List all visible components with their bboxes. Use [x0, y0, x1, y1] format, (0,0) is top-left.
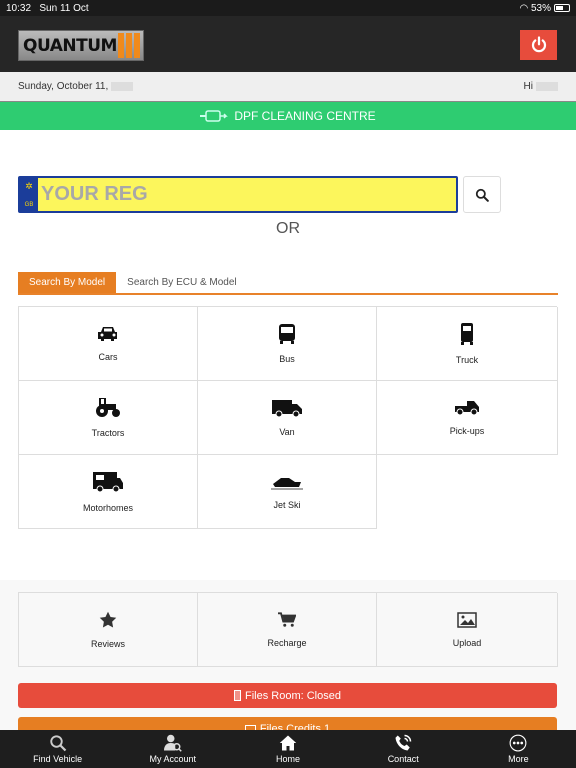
redacted-username: [536, 81, 558, 91]
greeting: Hi: [523, 81, 533, 92]
category-motorhomes[interactable]: Motorhomes: [19, 455, 198, 529]
home-icon: [279, 735, 297, 751]
image-icon: [457, 611, 477, 628]
upload-button[interactable]: Upload: [377, 593, 558, 667]
action-label: Upload: [452, 637, 482, 648]
van-icon: [272, 399, 302, 417]
nav-find-vehicle[interactable]: Find Vehicle: [0, 730, 115, 768]
pickup-icon: [455, 400, 479, 415]
category-jet-ski[interactable]: Jet Ski: [198, 455, 377, 529]
more-icon: [509, 734, 527, 752]
app-header: QUANTUM: [0, 16, 576, 72]
nav-home[interactable]: Home: [230, 730, 345, 768]
tractor-icon: [96, 397, 120, 417]
nav-contact[interactable]: Contact: [346, 730, 461, 768]
files-room-button[interactable]: Files Room: Closed: [18, 683, 557, 708]
nav-label: Home: [276, 754, 301, 764]
banner-title: DPF CLEANING CENTRE: [234, 109, 376, 123]
power-icon: [531, 36, 546, 53]
tab-search-by-model[interactable]: Search By Model: [18, 272, 117, 293]
car-icon: [98, 326, 117, 341]
phone-icon: [395, 734, 412, 751]
or-divider: OR: [276, 220, 300, 237]
action-label: Recharge: [267, 637, 307, 648]
truck-icon: [461, 322, 473, 345]
category-label: Bus: [279, 353, 295, 364]
star-icon: [99, 611, 117, 627]
category-label: Pick-ups: [449, 425, 485, 436]
reg-input[interactable]: [38, 178, 456, 211]
status-time: 10:32: [6, 2, 32, 14]
category-label: Motorhomes: [82, 502, 134, 513]
action-label: Reviews: [90, 638, 125, 649]
search-icon: [475, 188, 489, 202]
reg-plate-input-wrapper: ✲ GB: [18, 176, 458, 213]
reviews-button[interactable]: Reviews: [19, 593, 198, 667]
bus-icon: [279, 323, 295, 344]
motorhome-icon: [93, 471, 123, 492]
nav-label: Find Vehicle: [33, 754, 83, 764]
search-button[interactable]: [463, 176, 501, 213]
category-van[interactable]: Van: [198, 381, 377, 455]
building-icon: [234, 690, 241, 701]
status-date: Sun 11 Oct: [39, 2, 89, 14]
cart-icon: [278, 611, 296, 627]
search-tabs: Search By Model Search By ECU & Model: [18, 272, 558, 295]
plate-country: GB: [24, 202, 34, 208]
current-date: Sunday, October 11,: [18, 81, 109, 92]
category-label: Van: [279, 426, 295, 437]
nav-more[interactable]: More: [461, 730, 576, 768]
logout-button[interactable]: [520, 30, 557, 60]
tab-search-by-ecu-model[interactable]: Search By ECU & Model: [116, 272, 248, 293]
category-label: Truck: [455, 354, 479, 365]
category-bus[interactable]: Bus: [198, 307, 377, 381]
nav-label: More: [508, 754, 529, 764]
eu-stars-icon: ✲: [25, 181, 33, 191]
eu-flag-strip: ✲ GB: [20, 178, 38, 211]
nav-my-account[interactable]: My Account: [115, 730, 230, 768]
wifi-icon: ◠: [519, 2, 529, 14]
nav-label: My Account: [149, 754, 197, 764]
category-label: Tractors: [91, 427, 125, 438]
category-pickups[interactable]: Pick-ups: [377, 381, 558, 455]
dpf-cleaning-banner[interactable]: DPF CLEANING CENTRE: [0, 102, 576, 130]
category-tractors[interactable]: Tractors: [19, 381, 198, 455]
bottom-nav: Find Vehicle My Account Home Contact Mor…: [0, 730, 576, 768]
user-search-icon: [163, 734, 182, 752]
dpf-filter-icon: [200, 110, 229, 122]
category-truck[interactable]: Truck: [377, 307, 558, 381]
jetski-icon: [271, 477, 303, 490]
category-label: Jet Ski: [273, 499, 301, 510]
quantum-logo: QUANTUM: [18, 30, 144, 61]
category-label: Cars: [98, 351, 118, 362]
files-room-status: Files Room: Closed: [245, 689, 341, 702]
actions-grid: Reviews Recharge Upload: [18, 592, 558, 667]
battery-icon: [554, 3, 570, 12]
nav-label: Contact: [387, 754, 419, 764]
date-bar: Sunday, October 11, Hi: [0, 72, 576, 102]
redacted-year: [111, 81, 134, 91]
search-icon: [49, 735, 66, 752]
recharge-button[interactable]: Recharge: [198, 593, 377, 667]
status-bar: 10:32 Sun 11 Oct ◠ 53%: [0, 0, 576, 16]
vehicle-category-grid: Cars Bus Truck Tractors Van Pick-ups Mot…: [18, 306, 558, 529]
category-cars[interactable]: Cars: [19, 307, 198, 381]
battery-level: 53%: [530, 2, 551, 14]
